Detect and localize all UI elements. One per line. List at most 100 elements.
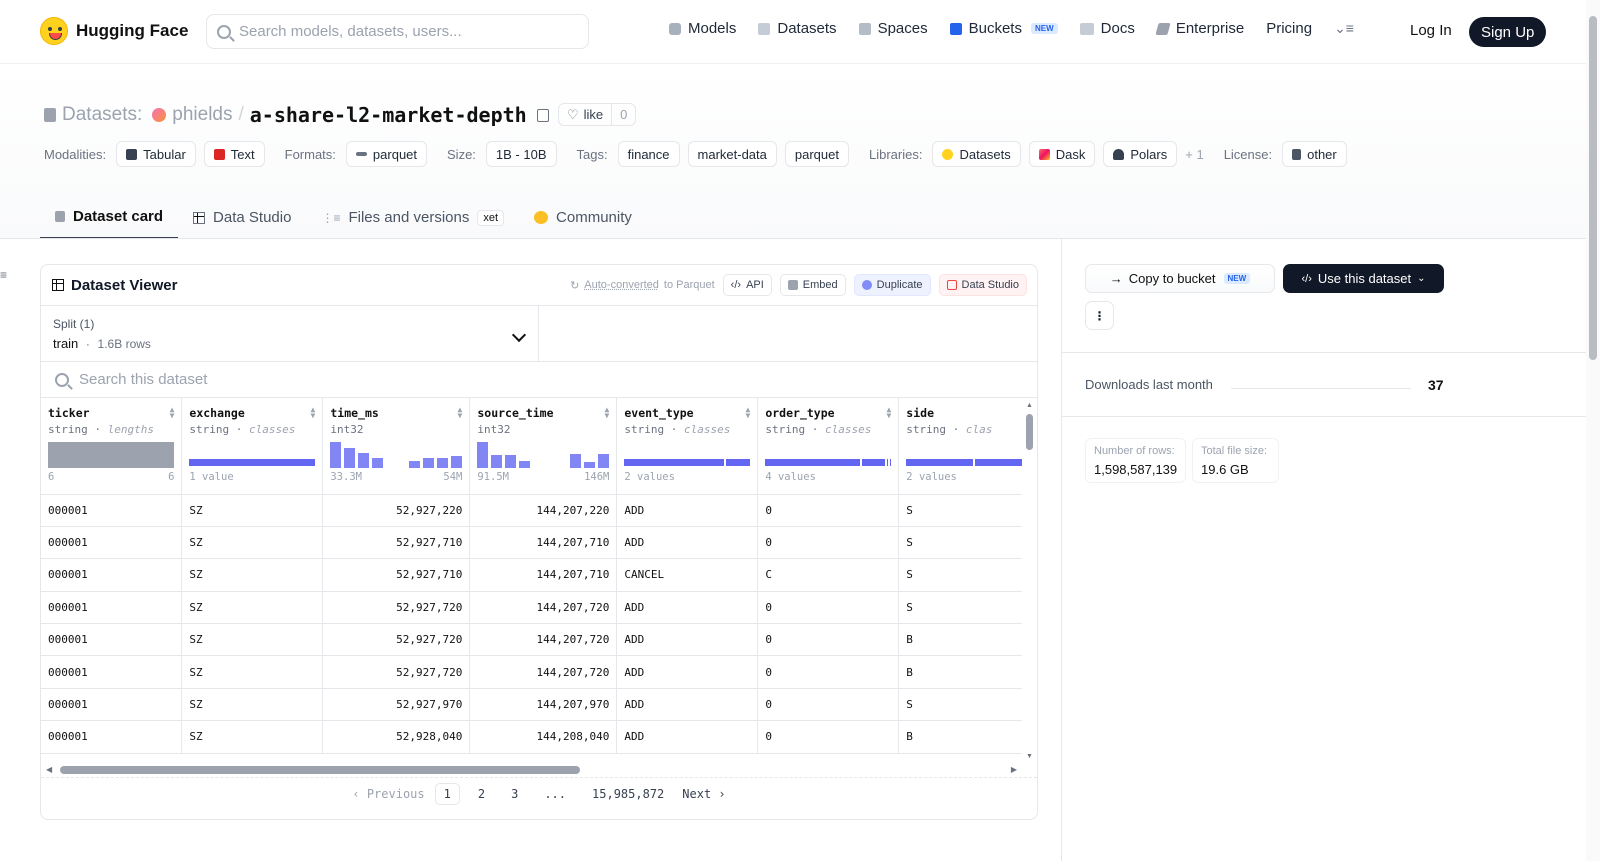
table-cell[interactable]: ADD [616,591,759,625]
table-cell[interactable]: 144,208,040 [469,720,618,754]
table-cell[interactable]: 52,927,720 [322,655,471,689]
sort-icon[interactable]: ▲ ▼ [886,406,891,420]
tag-lib-dask[interactable]: Dask [1028,141,1096,167]
nav-enterprise[interactable]: Enterprise [1155,20,1244,37]
table-cell[interactable]: SZ [181,623,324,657]
table-cell[interactable]: 144,207,710 [469,558,618,592]
dataset-search-input[interactable]: Search this dataset [41,362,1037,398]
tag-size[interactable]: 1B - 10B [485,141,557,167]
previous-page-button[interactable]: ‹ Previous [352,787,424,801]
table-cell[interactable]: S [898,494,1037,527]
table-cell[interactable]: ADD [616,720,759,754]
more-menu-icon[interactable]: ⌄≡ [1334,20,1354,37]
table-cell[interactable]: ADD [616,526,759,560]
table-row[interactable]: 000001 SZ 52,927,970 144,207,970 ADD 0 S [41,688,1037,722]
owner-link[interactable]: phields [172,104,232,126]
api-button[interactable]: ‹/› API [722,274,772,296]
table-cell[interactable]: ADD [616,623,759,657]
use-this-dataset-button[interactable]: ‹/› Use this dataset ⌄ [1283,264,1444,293]
table-cell[interactable]: C [757,558,900,592]
scroll-right-icon[interactable]: ▶ [1011,765,1017,774]
global-search-input[interactable]: Search models, datasets, users... [206,14,589,49]
owner-avatar[interactable] [152,108,167,122]
auto-converted-note[interactable]: ↻ Auto-converted to Parquet [570,279,715,292]
table-row[interactable]: 000001 SZ 52,927,710 144,207,710 ADD 0 S [41,526,1037,560]
sort-icon[interactable]: ▲ ▼ [170,406,175,420]
table-row[interactable]: 000001 SZ 52,927,220 144,207,220 ADD 0 S [41,494,1037,527]
scroll-left-icon[interactable]: ◀ [46,765,52,774]
table-cell[interactable]: 144,207,720 [469,623,618,657]
scroll-down-icon[interactable]: ▼ [1026,753,1033,760]
horizontal-scrollbar[interactable]: ◀ ▶ [41,762,1037,778]
page-scrollbar[interactable] [1586,0,1600,861]
more-options-button[interactable]: ⋮ [1085,301,1114,330]
table-cell[interactable]: 144,207,720 [469,591,618,625]
tab-files-and-versions[interactable]: ⋮≡ Files and versions xet [306,196,519,239]
copy-to-bucket-button[interactable]: → Copy to bucket NEW [1085,264,1275,293]
table-cell[interactable]: 52,927,710 [322,558,471,592]
table-row[interactable]: 000001 SZ 52,927,720 144,207,720 ADD 0 S [41,591,1037,625]
column-header-source-time[interactable]: source_time int32 ▲ ▼ 91.5M 146M [469,398,618,495]
table-cell[interactable]: SZ [181,655,324,689]
table-cell[interactable]: 0 [757,591,900,625]
table-cell[interactable]: ADD [616,688,759,722]
table-cell[interactable]: 0 [757,655,900,689]
nav-pricing[interactable]: Pricing [1266,20,1312,37]
table-row[interactable]: 000001 SZ 52,927,720 144,207,720 ADD 0 B [41,623,1037,657]
table-cell[interactable]: 144,207,970 [469,688,618,722]
table-cell[interactable]: 000001 [41,526,183,560]
table-cell[interactable]: 000001 [41,688,183,722]
like-toggle[interactable]: ♡ like [559,104,613,125]
table-cell[interactable]: 144,207,220 [469,494,618,527]
toc-toggle-icon[interactable]: ≡ [0,268,7,282]
table-cell[interactable]: 0 [757,494,900,527]
tag-lib-datasets[interactable]: Datasets [932,141,1021,167]
table-cell[interactable]: 52,927,720 [322,591,471,625]
duplicate-button[interactable]: Duplicate [853,274,931,296]
table-cell[interactable]: 000001 [41,720,183,754]
table-row[interactable]: 000001 SZ 52,927,720 144,207,720 ADD 0 B [41,655,1037,689]
libraries-more[interactable]: + 1 [1185,147,1203,162]
dataset-name[interactable]: a-share-l2-market-depth [250,103,527,127]
table-cell[interactable]: B [898,655,1037,689]
table-cell[interactable]: B [898,720,1037,754]
horizontal-scroll-thumb[interactable] [60,766,580,774]
signup-button[interactable]: Sign Up [1469,17,1547,47]
sort-icon[interactable]: ▲ ▼ [746,406,751,420]
tab-dataset-card[interactable]: Dataset card [40,196,179,239]
login-link[interactable]: Log In [1410,22,1452,39]
table-row[interactable]: 000001 SZ 52,927,710 144,207,710 CANCEL C S [41,558,1037,592]
tag-tabular[interactable]: Tabular [116,141,196,167]
table-cell[interactable]: 0 [757,623,900,657]
table-cell[interactable]: B [898,623,1037,657]
column-header-exchange[interactable]: exchange string · classes ▲ ▼ 1 value [181,398,324,495]
nav-datasets[interactable]: Datasets [758,20,837,37]
column-header-time-ms[interactable]: time_ms int32 ▲ ▼ 33.3M 54M [322,398,471,495]
table-cell[interactable]: 000001 [41,655,183,689]
tag-license[interactable]: other [1282,141,1347,167]
table-cell[interactable]: CANCEL [616,558,759,592]
table-cell[interactable]: 52,927,970 [322,688,471,722]
split-selector[interactable]: Split (1) train · 1.6B rows [41,306,539,361]
page-2-button[interactable]: 2 [470,784,493,804]
tag-market-data[interactable]: market-data [687,141,777,167]
table-cell[interactable]: SZ [181,526,324,560]
page-scroll-thumb[interactable] [1589,16,1597,360]
next-page-button[interactable]: Next › [682,787,725,801]
like-button[interactable]: ♡ like 0 [558,103,637,126]
last-page-button[interactable]: 15,985,872 [584,784,672,804]
embed-button[interactable]: Embed [779,274,846,296]
tag-text[interactable]: Text [203,141,265,167]
nav-models[interactable]: Models [669,20,736,37]
tag-parquet[interactable]: parquet [784,141,849,167]
table-cell[interactable]: SZ [181,688,324,722]
tab-data-studio[interactable]: Data Studio [178,196,306,239]
table-cell[interactable]: 000001 [41,558,183,592]
table-cell[interactable]: S [898,688,1037,722]
table-cell[interactable]: 000001 [41,494,183,527]
table-cell[interactable]: S [898,591,1037,625]
table-cell[interactable]: 52,928,040 [322,720,471,754]
table-cell[interactable]: S [898,558,1037,592]
column-header-side[interactable]: side string · clas 2 values [898,398,1037,495]
table-cell[interactable]: 0 [757,720,900,754]
